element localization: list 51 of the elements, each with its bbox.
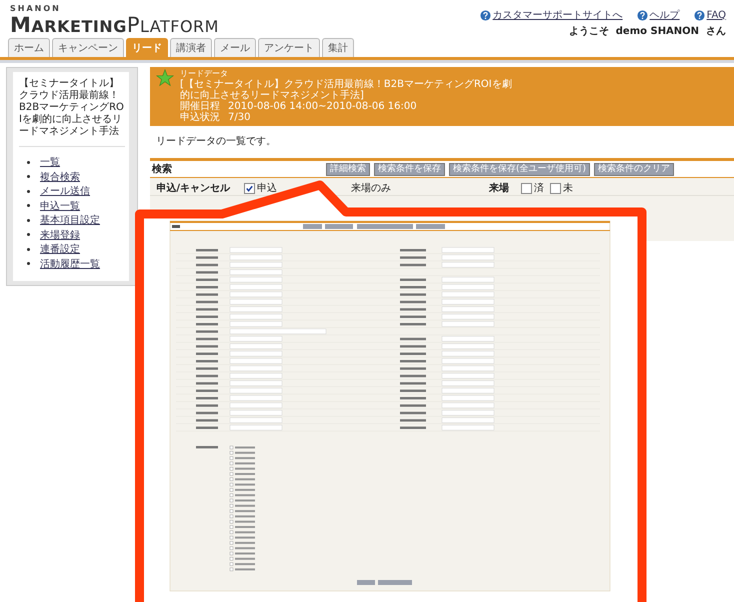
option-label: 来場のみ xyxy=(351,182,391,195)
help-icon xyxy=(480,10,491,20)
checkbox[interactable] xyxy=(521,182,532,194)
bullet-icon xyxy=(27,233,30,236)
welcome-text: ようこそ demo SHANON さん xyxy=(568,25,726,38)
bullet-icon xyxy=(27,218,30,222)
help-icon xyxy=(636,10,648,20)
help-icon xyxy=(694,10,705,20)
header-link[interactable]: FAQ xyxy=(706,10,726,20)
nav-tab[interactable]: アンケート xyxy=(258,38,320,57)
option-label: 済 xyxy=(534,182,544,195)
brand-logo-text: PLATFORM xyxy=(126,13,219,37)
fact-label: 申込状況 xyxy=(180,112,220,123)
star-icon xyxy=(156,69,174,87)
bullet-icon xyxy=(27,175,30,178)
sidebar-link[interactable]: 基本項目設定 xyxy=(40,213,100,228)
bullet-icon xyxy=(27,204,30,208)
header-link[interactable]: ヘルプ xyxy=(650,8,680,22)
search-title: 検索 xyxy=(152,162,173,176)
fact-label: 開催日程 xyxy=(180,101,220,112)
fact-value: 7/30 xyxy=(228,112,250,123)
sidebar-link[interactable]: 申込一覧 xyxy=(40,198,80,213)
brand-tagline: SHANON xyxy=(10,4,62,13)
nav-tab[interactable]: 集計 xyxy=(322,38,354,57)
banner-title: [【セミナータイトル】クラウド活用最前線！B2BマーケティングROIを劇的に向上させるリードマネジメント手法] xyxy=(180,79,513,101)
sidebar-title: 【セミナータイトル】クラウド活用最前線！B2BマーケティングROIを劇的に向上させるリードマネジメント手法 xyxy=(19,78,125,147)
bullet-icon xyxy=(27,190,30,193)
fact-value: 2010-08-06 14:00~2010-08-06 16:00 xyxy=(228,101,417,112)
intro-text: リードデータの一覧です。 xyxy=(155,135,277,149)
nav-tab[interactable]: 講演者 xyxy=(170,38,212,57)
nav-tab[interactable]: キャンペーン xyxy=(52,38,124,57)
checkbox[interactable] xyxy=(550,182,561,194)
bullet-icon xyxy=(27,160,30,164)
banner-label: リードデータ xyxy=(180,69,229,78)
field-label: 申込/キャンセル xyxy=(155,182,230,195)
bullet-icon xyxy=(27,262,30,266)
brand-logo-text: MARKETING xyxy=(10,13,127,37)
bullet-icon xyxy=(27,248,30,251)
header-link[interactable]: カスタマーサポートサイトへ xyxy=(492,8,623,22)
sidebar-link[interactable]: 一覧 xyxy=(40,155,60,170)
nav-tab[interactable]: ホーム xyxy=(8,38,50,57)
option-label: 未 xyxy=(563,182,573,195)
nav-tab[interactable]: メール xyxy=(214,38,256,57)
sidebar-link[interactable]: 連番設定 xyxy=(40,242,80,256)
checkbox[interactable] xyxy=(244,182,255,194)
sidebar-link[interactable]: 複合検索 xyxy=(40,170,80,184)
sidebar-link[interactable]: メール送信 xyxy=(40,184,90,198)
sidebar-link[interactable]: 活動履歴一覧 xyxy=(40,256,100,271)
field-label: 来場 xyxy=(488,182,510,195)
option-label: 申込 xyxy=(257,182,277,195)
sidebar-link[interactable]: 来場登録 xyxy=(40,228,80,242)
